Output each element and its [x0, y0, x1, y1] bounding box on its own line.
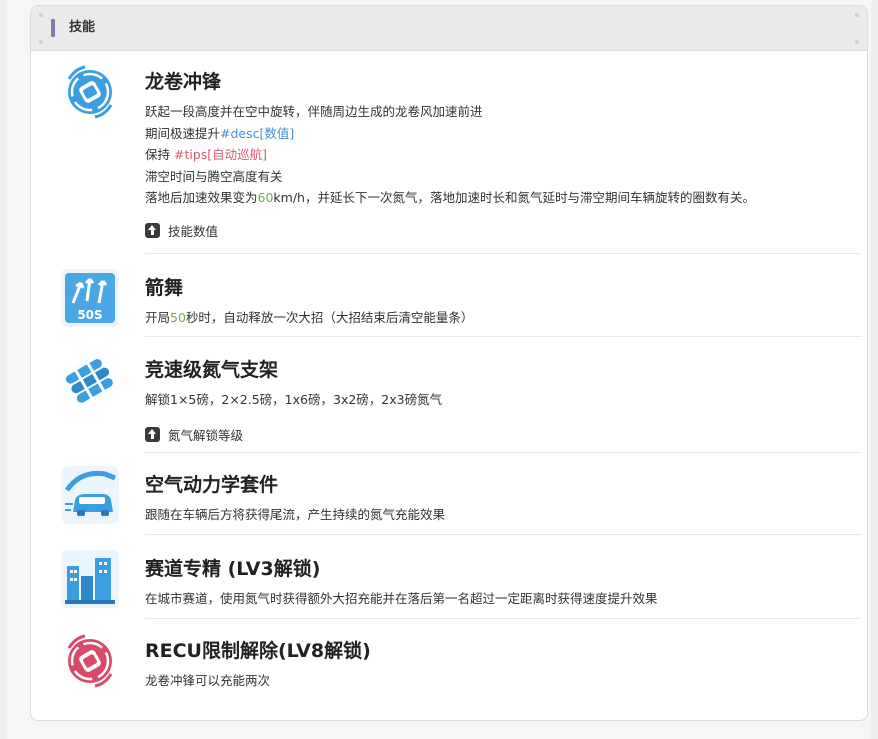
skill-name: 箭舞	[145, 277, 184, 299]
section-header: 技能	[31, 6, 867, 51]
skill-description: 龙卷冲锋可以充能两次	[145, 670, 857, 692]
skill-description: 开局50秒时，自动释放一次大招（大招结束后清空能量条）	[145, 307, 857, 329]
desc-line: 保持 #tips[自动巡航]	[145, 144, 857, 166]
desc-text: 期间极速提升	[145, 125, 221, 141]
section-accent-bar	[51, 19, 55, 37]
skill-description: 跟随在车辆后方将获得尾流，产生持续的氮气充能效果	[145, 504, 857, 526]
desc-line: 龙卷冲锋可以充能两次	[145, 673, 271, 688]
skill-description: 跃起一段高度并在空中旋转，伴随周边生成的龙卷风加速前进 期间极速提升#desc[…	[145, 101, 857, 209]
cooldown-badge-text: 50S	[77, 308, 102, 322]
city-track-icon	[59, 548, 121, 610]
skill-body: 龙卷冲锋 跃起一段高度并在空中旋转，伴随周边生成的龙卷风加速前进 期间极速提升#…	[145, 69, 857, 240]
desc-line: 期间极速提升#desc[数值]	[145, 123, 857, 145]
skill-name: 赛道专精 (LV3解锁)	[145, 558, 321, 580]
nitro-unlock-toggle-button[interactable]: 氮气解锁等级	[145, 425, 857, 444]
desc-line: 在城市赛道，使用氮气时获得额外大招充能并在落后第一名超过一定距离时获得速度提升效…	[145, 591, 658, 606]
tornado-icon	[59, 61, 121, 123]
toggle-label: 技能数值	[168, 223, 219, 239]
toggle-label: 氮气解锁等级	[168, 427, 244, 443]
seconds-value: 50	[170, 310, 186, 325]
skill-divider	[145, 336, 862, 337]
skill-divider	[145, 253, 862, 254]
skill-name: 竞速级氮气支架	[145, 359, 279, 381]
desc-line: 跟随在车辆后方将获得尾流，产生持续的氮气充能效果	[145, 507, 446, 522]
recu-tornado-icon	[59, 630, 121, 692]
desc-line: 滞空时间与腾空高度有关	[145, 168, 283, 184]
desc-text: 秒时，自动释放一次大招（大招结束后清空能量条）	[185, 310, 474, 325]
speed-value: 60	[257, 190, 274, 205]
skill-body: 箭舞 开局50秒时，自动释放一次大招（大招结束后清空能量条）	[145, 275, 857, 329]
skill-body: RECU限制解除(LV8解锁) 龙卷冲锋可以充能两次	[145, 638, 857, 692]
desc-text: 落地后加速效果变为	[145, 190, 258, 205]
skill-divider	[145, 452, 862, 453]
corner-dot	[39, 13, 43, 17]
skill-values-toggle-button[interactable]: 技能数值	[145, 221, 857, 240]
corner-dot	[855, 13, 859, 17]
skill-description: 解锁1×5磅，2×2.5磅，1x6磅，3x2磅，2x3磅氮气	[145, 389, 857, 411]
desc-text: 开局	[145, 310, 171, 325]
skill-name: RECU限制解除(LV8解锁)	[145, 640, 371, 662]
skill-description: 在城市赛道，使用氮气时获得额外大招充能并在落后第一名超过一定距离时获得速度提升效…	[145, 588, 857, 610]
arrow-up-icon	[145, 222, 160, 238]
tips-auto-cruise-tag: #tips[自动巡航]	[173, 147, 268, 162]
page-background: 技能 龙卷冲锋 跃起一段高度并在空中旋转，伴随周边生成的龙卷风加速前进 期间极速…	[7, 0, 871, 739]
section-title: 技能	[69, 20, 96, 35]
skill-body: 竞速级氮气支架 解锁1×5磅，2×2.5磅，1x6磅，3x2磅，2x3磅氮气 氮…	[145, 357, 857, 444]
desc-text: 保持	[145, 147, 174, 162]
skill-name: 龙卷冲锋	[145, 71, 222, 93]
skills-panel: 技能 龙卷冲锋 跃起一段高度并在空中旋转，伴随周边生成的龙卷风加速前进 期间极速…	[30, 5, 868, 721]
desc-line: 开局50秒时，自动释放一次大招（大招结束后清空能量条）	[145, 307, 857, 329]
skill-body: 赛道专精 (LV3解锁) 在城市赛道，使用氮气时获得额外大招充能并在落后第一名超…	[145, 556, 857, 610]
skill-name: 空气动力学套件	[145, 474, 279, 496]
desc-line: 落地后加速效果变为60km/h，并延长下一次氮气，落地加速时长和氮气延时与滞空期…	[145, 187, 857, 209]
skill-divider	[145, 534, 862, 535]
skill-body: 空气动力学套件 跟随在车辆后方将获得尾流，产生持续的氮气充能效果	[145, 472, 857, 526]
nitro-rack-icon	[59, 349, 121, 411]
arrow-dance-icon: 50S	[59, 267, 121, 329]
desc-line: 解锁1×5磅，2×2.5磅，1x6磅，3x2磅，2x3磅氮气	[145, 392, 443, 407]
arrow-up-icon	[145, 426, 160, 442]
aero-kit-icon	[59, 464, 121, 526]
corner-dot	[39, 40, 43, 44]
desc-text: km/h，并延长下一次氮气，落地加速时长和氮气延时与滞空期间车辆旋转的圈数有关。	[273, 190, 755, 205]
skill-divider	[145, 618, 862, 619]
corner-dot	[855, 40, 859, 44]
desc-line: 跃起一段高度并在空中旋转，伴随周边生成的龙卷风加速前进	[145, 104, 483, 119]
desc-value-tag: #desc[数值]	[220, 125, 295, 141]
